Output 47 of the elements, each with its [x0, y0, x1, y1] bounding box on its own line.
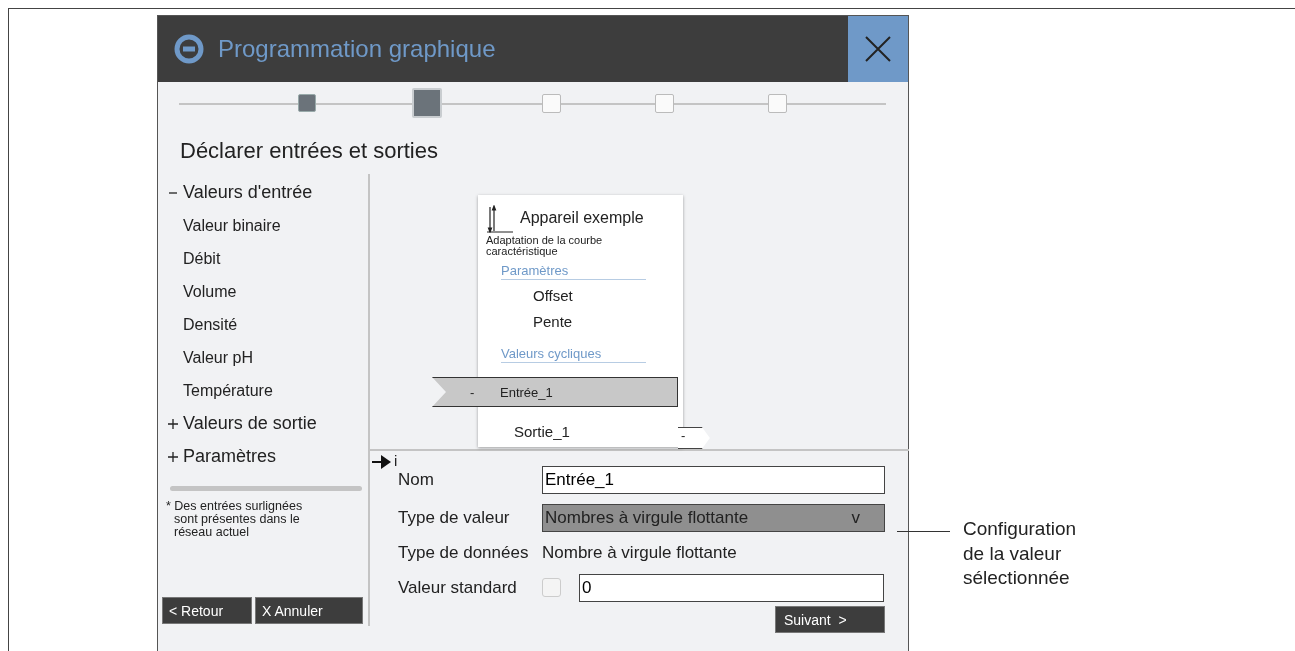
cancel-button[interactable]: X Annuler	[255, 597, 363, 624]
note-text: * Des entrées surlignées sont présentes dans le réseau actuel	[166, 500, 304, 540]
tree-group[interactable]: Paramètres	[158, 440, 368, 473]
field-label: Nom	[398, 470, 435, 490]
page-heading: Déclarer entrées et sorties	[180, 138, 439, 165]
field-label: Type de données	[398, 542, 530, 563]
step-marker[interactable]	[412, 88, 442, 118]
section-title: Paramètres	[501, 263, 646, 280]
data-type-value: Nombre à virgule flottante	[542, 542, 737, 563]
arrow-icon	[372, 455, 392, 469]
leader-line	[897, 531, 950, 532]
info-marker: i	[394, 452, 398, 469]
parameter-item[interactable]: Offset	[533, 287, 683, 306]
step-marker[interactable]	[542, 93, 561, 113]
logo-icon	[174, 34, 204, 64]
close-button[interactable]	[848, 16, 908, 82]
output-port[interactable]: -	[677, 427, 710, 449]
node-title: Appareil exemple	[520, 209, 644, 227]
close-icon	[865, 36, 891, 62]
window-title: Programmation graphique	[218, 35, 497, 63]
arrows-icon	[486, 205, 514, 233]
tree-group[interactable]: Valeurs d'entrée	[158, 176, 368, 209]
step-marker[interactable]	[655, 93, 674, 113]
checkbox[interactable]	[542, 578, 561, 597]
tree-item[interactable]: Température	[158, 374, 368, 407]
annotation-text: Configuration de la valeur sélectionnée	[963, 517, 1078, 591]
parameter-item[interactable]: Pente	[533, 313, 683, 332]
node-subtitle: Adaptation de la courbe caractéristique	[486, 235, 604, 257]
step-marker[interactable]	[768, 93, 787, 113]
value-type-dropdown[interactable]: Nombres à virgule flottante v	[542, 503, 885, 532]
field-label: Type de valeur	[398, 507, 511, 528]
tree-item[interactable]: Densité	[158, 308, 368, 341]
next-button[interactable]: Suivant >	[775, 606, 885, 633]
step-marker[interactable]	[298, 94, 316, 112]
tree-group[interactable]: Valeurs de sortie	[158, 407, 368, 440]
tree-item[interactable]: Valeur binaire	[158, 209, 368, 242]
tree-item[interactable]: Valeur pH	[158, 341, 368, 374]
tree-item[interactable]: Débit	[158, 242, 368, 275]
output-label: Sortie_1	[514, 422, 570, 440]
section-title: Valeurs cycliques	[501, 346, 646, 363]
tree-item[interactable]: Volume	[158, 275, 368, 308]
back-button[interactable]: < Retour	[162, 597, 252, 624]
default-value-field[interactable]: 0	[579, 573, 884, 602]
field-label: Valeur standard	[398, 577, 518, 598]
scrollbar[interactable]	[170, 486, 362, 491]
input-port[interactable]: - Entrée_1	[432, 377, 678, 407]
name-field[interactable]: Entrée_1	[542, 466, 885, 494]
